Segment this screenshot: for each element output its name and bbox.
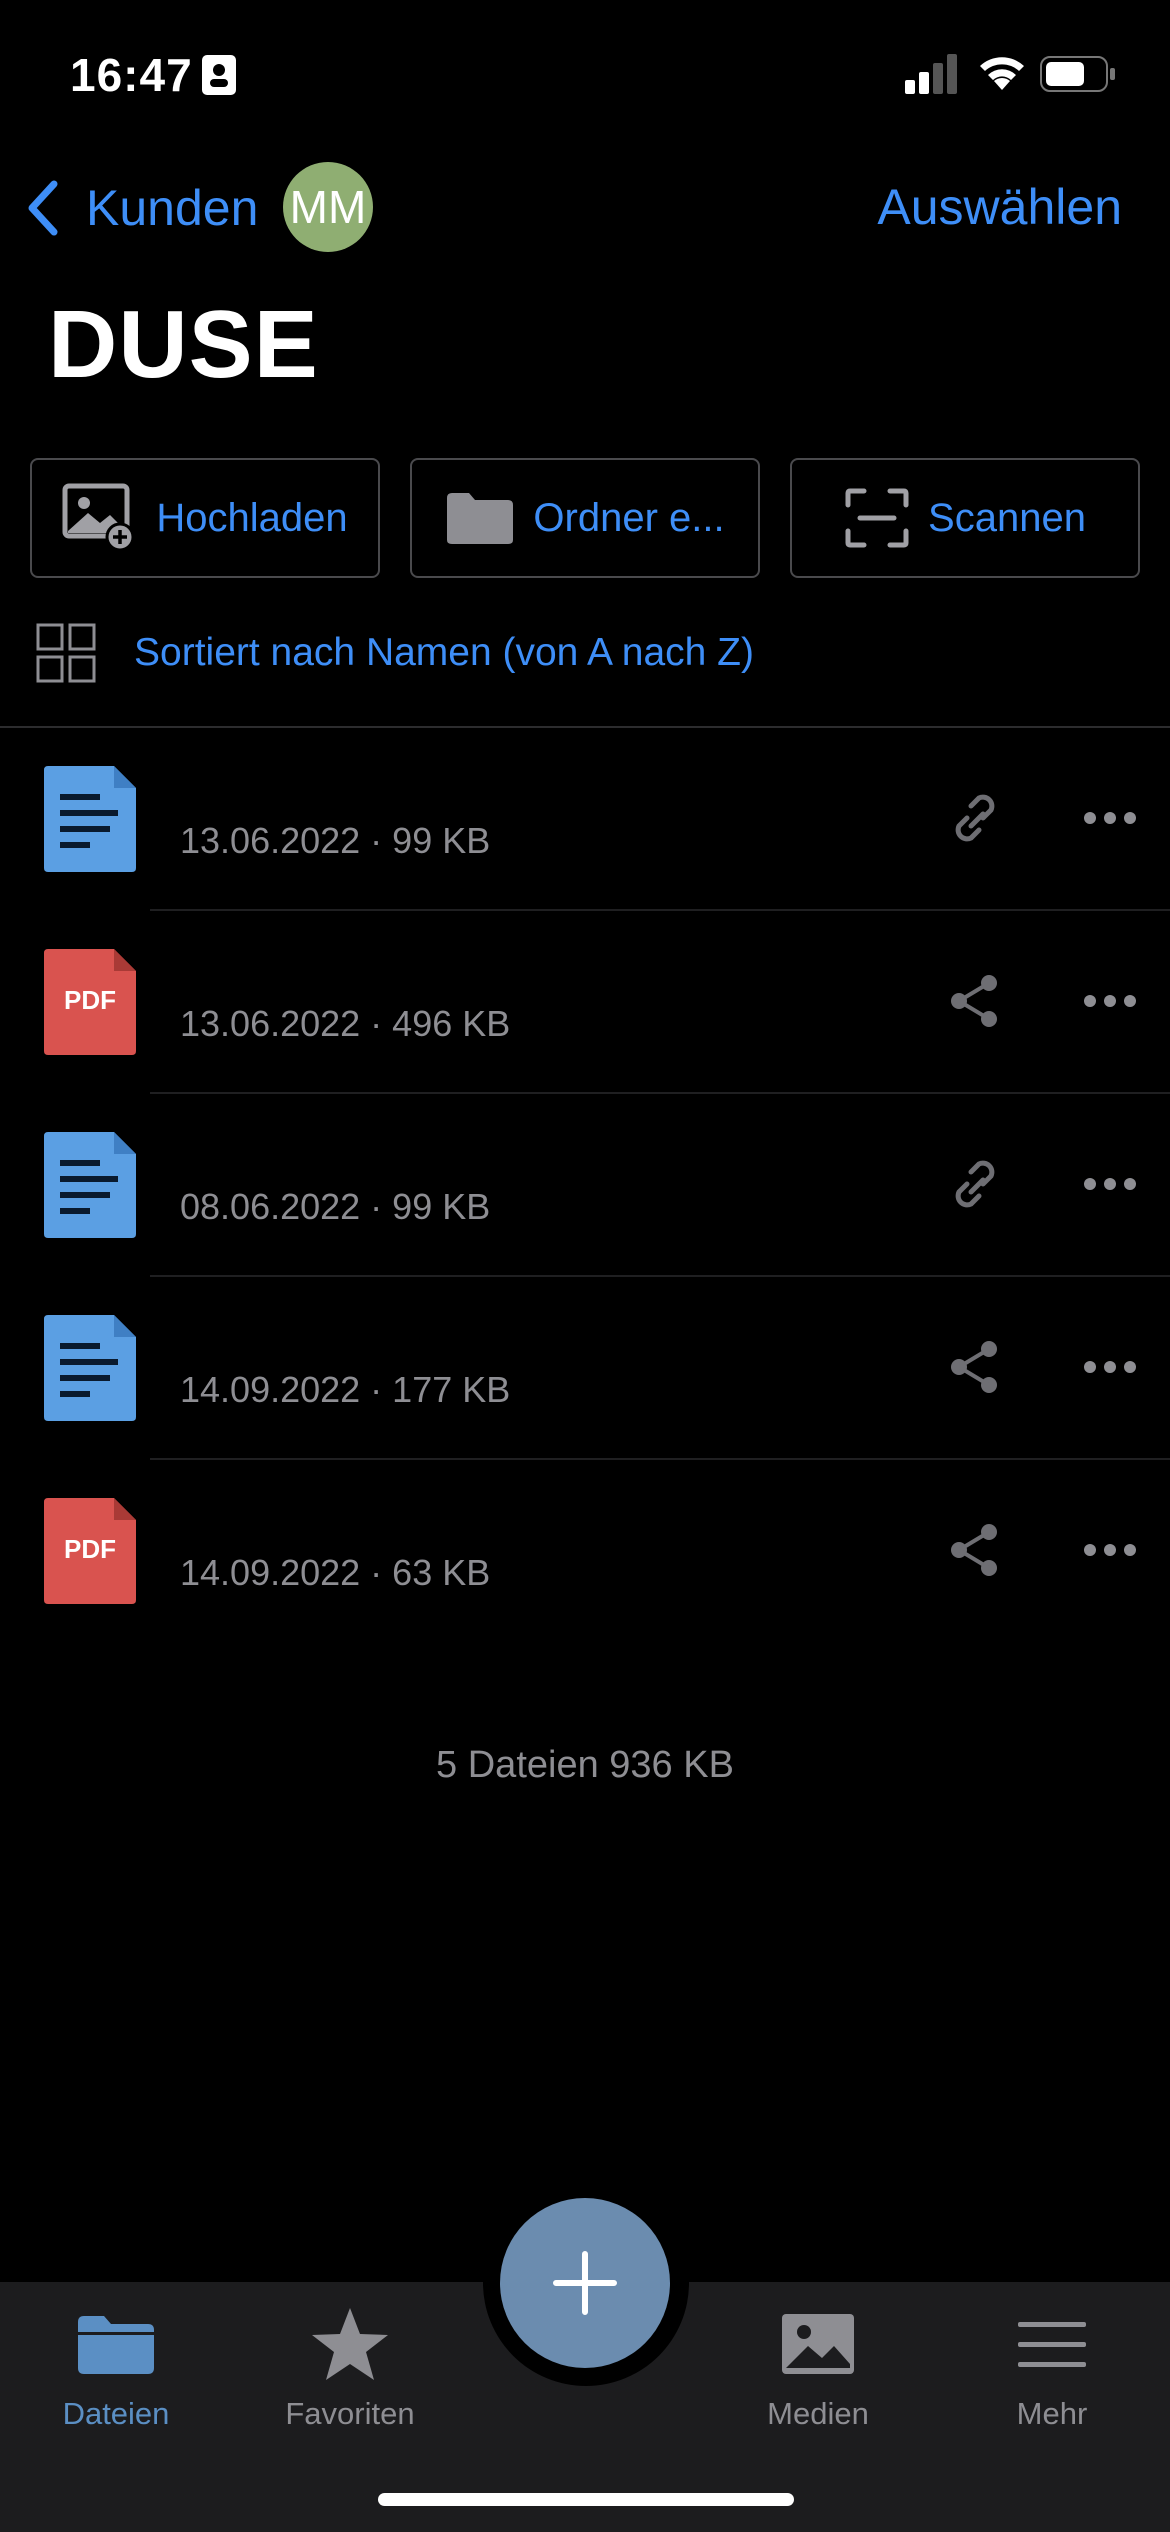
list-item[interactable]: PDF 14.09.2022 · 63 KB (0, 1460, 1170, 1643)
folder-icon (78, 2316, 154, 2374)
image-upload-icon (62, 483, 135, 552)
grid-view-icon[interactable] (36, 623, 96, 683)
star-icon (312, 2308, 388, 2380)
more-icon[interactable] (1082, 1357, 1138, 1377)
file-name (180, 772, 880, 806)
pdf-icon: PDF (44, 1498, 136, 1604)
list-item[interactable]: 13.06.2022 · 99 KB (0, 728, 1170, 911)
more-icon[interactable] (1082, 991, 1138, 1011)
scan-label: Scannen (928, 495, 1086, 540)
new-folder-label: Ordner e... (533, 495, 725, 540)
folder-icon (447, 493, 514, 544)
share-icon[interactable] (945, 971, 1005, 1031)
sort-label[interactable]: Sortiert nach Namen (von A nach Z) (134, 631, 754, 675)
share-icon[interactable] (945, 1520, 1005, 1580)
file-name (180, 955, 880, 989)
new-folder-button[interactable]: Ordner e... (410, 458, 760, 578)
more-icon[interactable] (1082, 1174, 1138, 1194)
tab-media[interactable]: Medien (718, 2302, 918, 2452)
image-icon (782, 2314, 854, 2374)
document-icon (44, 766, 136, 872)
share-icon[interactable] (945, 1337, 1005, 1397)
select-button[interactable]: Auswählen (877, 178, 1122, 236)
file-name (180, 1504, 880, 1538)
battery-icon (1040, 56, 1115, 92)
navigation-bar: Kunden MM Auswählen (0, 160, 1170, 252)
files-summary: 5 Dateien 936 KB (436, 1744, 734, 1786)
more-icon[interactable] (1082, 808, 1138, 828)
menu-icon (1018, 2322, 1086, 2367)
list-item[interactable]: 08.06.2022 · 99 KB (0, 1094, 1170, 1277)
file-meta: 08.06.2022 · 99 KB (180, 1186, 491, 1227)
file-meta: 13.06.2022 · 99 KB (180, 820, 491, 861)
tab-files-label: Dateien (62, 2396, 170, 2431)
chevron-left-icon (28, 180, 58, 236)
list-item[interactable]: PDF 13.06.2022 · 496 KB (0, 911, 1170, 1094)
status-time: 16:47 (70, 49, 193, 101)
plus-icon (553, 2251, 617, 2315)
scan-icon (845, 488, 909, 548)
page-title: DUSE (48, 291, 319, 398)
more-icon[interactable] (1082, 1540, 1138, 1560)
back-label: Kunden (86, 180, 259, 236)
file-meta: 13.06.2022 · 496 KB (180, 1003, 511, 1044)
file-list: 13.06.2022 · 99 KB PDF 13.06.2022 · 496 … (0, 728, 1170, 1643)
tab-media-label: Medien (767, 2396, 869, 2431)
tab-more[interactable]: Mehr (952, 2302, 1152, 2452)
link-icon[interactable] (945, 788, 1005, 848)
list-item[interactable]: 14.09.2022 · 177 KB (0, 1277, 1170, 1460)
tab-files[interactable]: Dateien (16, 2302, 216, 2452)
link-icon[interactable] (945, 1154, 1005, 1214)
contact-card-icon (202, 55, 236, 95)
upload-button[interactable]: Hochladen (30, 458, 380, 578)
upload-label: Hochladen (156, 495, 348, 540)
document-icon (44, 1315, 136, 1421)
file-meta: 14.09.2022 · 63 KB (180, 1552, 491, 1593)
tab-more-label: Mehr (1016, 2396, 1088, 2431)
avatar[interactable]: MM (283, 162, 373, 252)
pdf-icon-label: PDF (64, 1534, 116, 1564)
wifi-icon (980, 57, 1024, 90)
pdf-icon-label: PDF (64, 985, 116, 1015)
back-button[interactable]: Kunden (24, 178, 258, 238)
home-indicator[interactable] (378, 2493, 794, 2506)
file-name (180, 1321, 880, 1355)
status-bar: 16:47 (0, 0, 1170, 150)
cellular-signal-icon (905, 54, 957, 94)
tab-favorites-label: Favoriten (285, 2396, 415, 2431)
sort-row: Sortiert nach Namen (von A nach Z) (36, 618, 754, 688)
tab-favorites[interactable]: Favoriten (250, 2302, 450, 2452)
file-meta: 14.09.2022 · 177 KB (180, 1369, 511, 1410)
action-buttons: Hochladen Ordner e... Scannen (30, 458, 1140, 578)
document-icon (44, 1132, 136, 1238)
pdf-icon: PDF (44, 949, 136, 1055)
add-button[interactable] (500, 2198, 670, 2368)
file-name (180, 1138, 880, 1172)
scan-button[interactable]: Scannen (790, 458, 1140, 578)
